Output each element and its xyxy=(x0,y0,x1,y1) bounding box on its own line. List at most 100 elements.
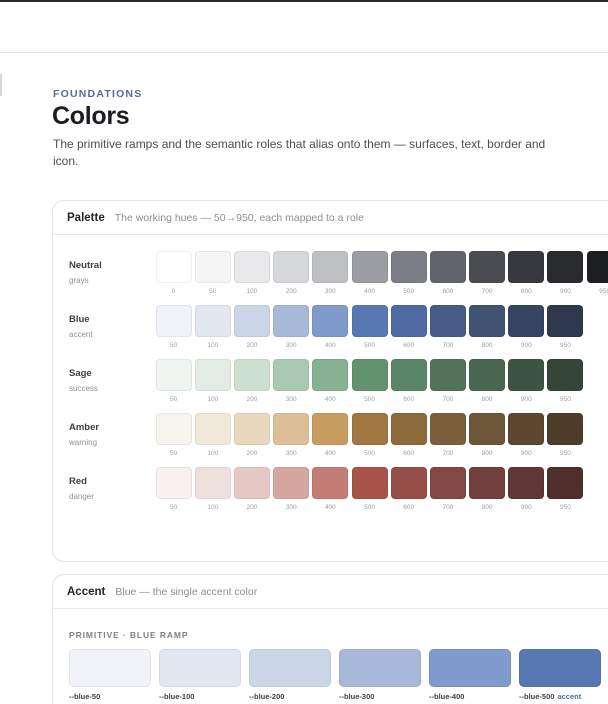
swatch-neutral-700[interactable]: 700 xyxy=(468,251,507,305)
swatch-chip[interactable] xyxy=(469,305,506,337)
swatch-chip[interactable] xyxy=(312,305,349,337)
swatch-sage-700[interactable]: 700 xyxy=(428,359,467,413)
swatch-chip[interactable] xyxy=(469,359,506,391)
swatch-blue-950[interactable]: 950 xyxy=(546,305,585,359)
swatch-chip[interactable] xyxy=(194,359,231,391)
accent-swatch-chip[interactable] xyxy=(249,649,331,687)
swatch-neutral-600[interactable]: 600 xyxy=(428,251,467,305)
swatch-sage-900[interactable]: 900 xyxy=(507,359,546,413)
swatch-chip[interactable] xyxy=(155,467,192,499)
swatch-red-400[interactable]: 400 xyxy=(311,467,350,521)
swatch-sage-600[interactable]: 600 xyxy=(389,359,428,413)
swatch-chip[interactable] xyxy=(547,305,584,337)
swatch-chip[interactable] xyxy=(351,359,388,391)
swatch-chip[interactable] xyxy=(273,359,310,391)
swatch-chip[interactable] xyxy=(390,467,427,499)
accent-swatch-chip[interactable] xyxy=(339,649,421,687)
swatch-amber-100[interactable]: 100 xyxy=(193,413,232,467)
swatch-chip[interactable] xyxy=(351,467,388,499)
swatch-chip[interactable] xyxy=(429,413,466,445)
swatch-chip[interactable] xyxy=(194,467,231,499)
accent-swatch-blue-100[interactable]: --blue-100 xyxy=(159,649,249,701)
swatch-chip[interactable] xyxy=(429,467,466,499)
accent-swatch-chip[interactable] xyxy=(69,649,151,687)
swatch-amber-950[interactable]: 950 xyxy=(546,413,585,467)
swatch-chip[interactable] xyxy=(233,413,270,445)
swatch-red-300[interactable]: 300 xyxy=(272,467,311,521)
accent-swatch-chip[interactable] xyxy=(519,649,601,687)
swatch-neutral-200[interactable]: 200 xyxy=(272,251,311,305)
accent-swatch-blue-300[interactable]: --blue-300 xyxy=(339,649,429,701)
swatch-chip[interactable] xyxy=(233,467,270,499)
swatch-chip[interactable] xyxy=(194,413,231,445)
swatch-chip[interactable] xyxy=(155,359,192,391)
swatch-blue-400[interactable]: 400 xyxy=(311,305,350,359)
swatch-chip[interactable] xyxy=(508,305,545,337)
swatch-chip[interactable] xyxy=(586,251,608,283)
swatch-neutral-0[interactable]: 0 xyxy=(154,251,193,305)
swatch-amber-300[interactable]: 300 xyxy=(272,413,311,467)
swatch-sage-950[interactable]: 950 xyxy=(546,359,585,413)
swatch-neutral-400[interactable]: 400 xyxy=(350,251,389,305)
swatch-sage-200[interactable]: 200 xyxy=(232,359,271,413)
swatch-sage-400[interactable]: 400 xyxy=(311,359,350,413)
swatch-amber-800[interactable]: 800 xyxy=(468,413,507,467)
swatch-chip[interactable] xyxy=(351,305,388,337)
swatch-chip[interactable] xyxy=(390,413,427,445)
swatch-chip[interactable] xyxy=(508,413,545,445)
swatch-chip[interactable] xyxy=(233,305,270,337)
swatch-neutral-900[interactable]: 900 xyxy=(546,251,585,305)
swatch-chip[interactable] xyxy=(429,251,466,283)
swatch-chip[interactable] xyxy=(273,467,310,499)
swatch-chip[interactable] xyxy=(155,413,192,445)
swatch-chip[interactable] xyxy=(312,359,349,391)
swatch-sage-100[interactable]: 100 xyxy=(193,359,232,413)
swatch-chip[interactable] xyxy=(547,413,584,445)
swatch-amber-50[interactable]: 50 xyxy=(154,413,193,467)
swatch-chip[interactable] xyxy=(508,359,545,391)
swatch-chip[interactable] xyxy=(469,413,506,445)
swatch-chip[interactable] xyxy=(351,413,388,445)
swatch-chip[interactable] xyxy=(429,359,466,391)
swatch-red-50[interactable]: 50 xyxy=(154,467,193,521)
swatch-amber-900[interactable]: 900 xyxy=(507,413,546,467)
swatch-chip[interactable] xyxy=(547,359,584,391)
swatch-blue-200[interactable]: 200 xyxy=(232,305,271,359)
swatch-blue-50[interactable]: 50 xyxy=(154,305,193,359)
swatch-chip[interactable] xyxy=(508,467,545,499)
swatch-chip[interactable] xyxy=(390,305,427,337)
swatch-neutral-950[interactable]: 950 xyxy=(585,251,608,305)
swatch-neutral-300[interactable]: 300 xyxy=(311,251,350,305)
accent-swatch-blue-500[interactable]: --blue-500 accent xyxy=(519,649,608,701)
swatch-red-600[interactable]: 600 xyxy=(389,467,428,521)
swatch-neutral-50[interactable]: 50 xyxy=(193,251,232,305)
swatch-chip[interactable] xyxy=(390,359,427,391)
swatch-blue-900[interactable]: 900 xyxy=(507,305,546,359)
swatch-chip[interactable] xyxy=(312,413,349,445)
swatch-chip[interactable] xyxy=(273,413,310,445)
swatch-chip[interactable] xyxy=(469,467,506,499)
swatch-chip[interactable] xyxy=(351,251,388,283)
swatch-blue-100[interactable]: 100 xyxy=(193,305,232,359)
swatch-sage-500[interactable]: 500 xyxy=(350,359,389,413)
accent-swatch-blue-400[interactable]: --blue-400 xyxy=(429,649,519,701)
swatch-red-800[interactable]: 800 xyxy=(468,467,507,521)
accent-swatch-chip[interactable] xyxy=(159,649,241,687)
swatch-red-500[interactable]: 500 xyxy=(350,467,389,521)
swatch-amber-400[interactable]: 400 xyxy=(311,413,350,467)
swatch-neutral-800[interactable]: 800 xyxy=(507,251,546,305)
swatch-chip[interactable] xyxy=(429,305,466,337)
swatch-amber-500[interactable]: 500 xyxy=(350,413,389,467)
swatch-chip[interactable] xyxy=(194,305,231,337)
swatch-sage-50[interactable]: 50 xyxy=(154,359,193,413)
swatch-chip[interactable] xyxy=(508,251,545,283)
swatch-red-200[interactable]: 200 xyxy=(232,467,271,521)
swatch-sage-800[interactable]: 800 xyxy=(468,359,507,413)
swatch-chip[interactable] xyxy=(233,359,270,391)
swatch-sage-300[interactable]: 300 xyxy=(272,359,311,413)
swatch-chip[interactable] xyxy=(547,251,584,283)
swatch-chip[interactable] xyxy=(233,251,270,283)
swatch-red-700[interactable]: 700 xyxy=(428,467,467,521)
swatch-chip[interactable] xyxy=(547,467,584,499)
swatch-blue-800[interactable]: 800 xyxy=(468,305,507,359)
